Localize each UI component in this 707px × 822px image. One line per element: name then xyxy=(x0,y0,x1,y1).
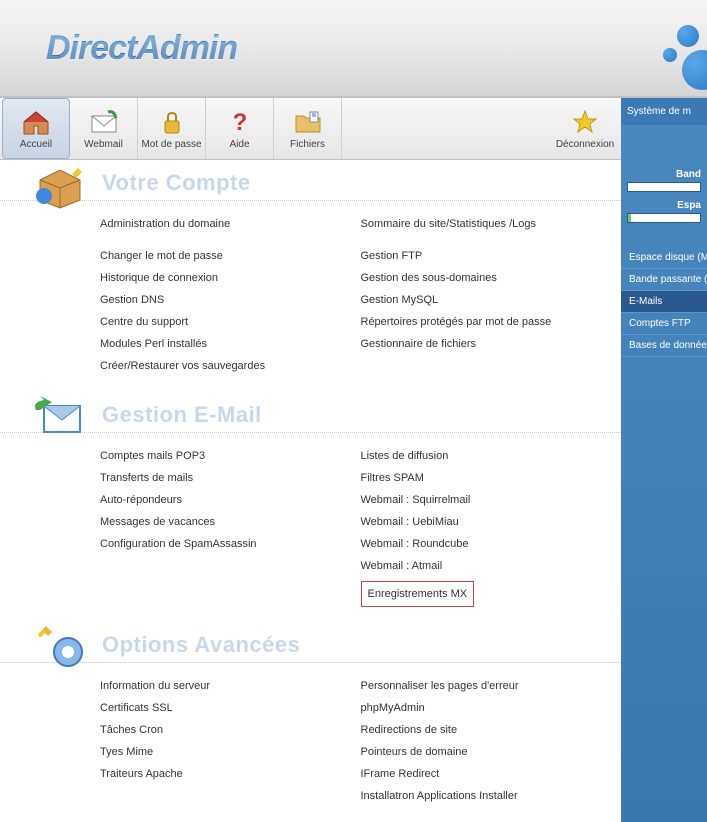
link-mailing-lists[interactable]: Listes de diffusion xyxy=(361,445,622,467)
toolbar-label: Webmail xyxy=(84,139,123,150)
toolbar-logout-button[interactable]: Déconnexion xyxy=(551,98,619,159)
link-backups[interactable]: Créer/Restaurer vos sauvegardes xyxy=(100,355,361,377)
advanced-links-left: Information du serveur Certificats SSL T… xyxy=(100,675,361,807)
link-mysql[interactable]: Gestion MySQL xyxy=(361,289,622,311)
email-links-right: Listes de diffusion Filtres SPAM Webmail… xyxy=(361,445,622,607)
sidebar-item-disk[interactable]: Espace disque (M xyxy=(621,247,707,269)
link-autoresponders[interactable]: Auto-répondeurs xyxy=(100,489,361,511)
header: DirectAdmin xyxy=(0,0,707,98)
link-support[interactable]: Centre du support xyxy=(100,311,361,333)
link-dns[interactable]: Gestion DNS xyxy=(100,289,361,311)
folder-icon xyxy=(292,108,324,136)
section-title: Votre Compte xyxy=(102,170,251,196)
link-mx-records[interactable]: Enregistrements MX xyxy=(368,583,468,605)
toolbar-label: Aide xyxy=(229,139,249,150)
link-domain-admin[interactable]: Administration du domaine xyxy=(100,213,361,235)
toolbar-help-button[interactable]: ? Aide xyxy=(206,98,274,159)
link-squirrelmail[interactable]: Webmail : Squirrelmail xyxy=(361,489,622,511)
account-links-right: Sommaire du site/Statistiques /Logs Gest… xyxy=(361,213,622,377)
toolbar-label: Accueil xyxy=(20,139,52,150)
toolbar-files-button[interactable]: Fichiers xyxy=(274,98,342,159)
section-advanced: Options Avancées Information du serveur … xyxy=(0,622,621,822)
link-pop3[interactable]: Comptes mails POP3 xyxy=(100,445,361,467)
sidebar-stat-bandwidth: Band xyxy=(621,165,707,196)
toolbar-label: Déconnexion xyxy=(556,139,614,150)
link-forwarders[interactable]: Transferts de mails xyxy=(100,467,361,489)
account-links-left: Administration du domaine Changer le mot… xyxy=(100,213,361,377)
link-perl-modules[interactable]: Modules Perl installés xyxy=(100,333,361,355)
section-title: Gestion E-Mail xyxy=(102,402,262,428)
main-panel: Accueil Webmail Mot de passe ? Aide xyxy=(0,98,621,822)
link-cron[interactable]: Tâches Cron xyxy=(100,719,361,741)
star-icon xyxy=(569,108,601,136)
question-icon: ? xyxy=(224,108,256,136)
link-protected-dirs[interactable]: Répertoires protégés par mot de passe xyxy=(361,311,622,333)
link-change-password[interactable]: Changer le mot de passe xyxy=(100,245,361,267)
toolbar-label: Fichiers xyxy=(290,139,325,150)
header-decoration xyxy=(637,0,707,98)
section-title: Options Avancées xyxy=(102,632,300,658)
toolbar-label: Mot de passe xyxy=(141,139,201,150)
brand-logo: DirectAdmin xyxy=(46,29,237,68)
link-phpmyadmin[interactable]: phpMyAdmin xyxy=(361,697,622,719)
sidebar-item-emails[interactable]: E-Mails xyxy=(621,291,707,313)
email-links-left: Comptes mails POP3 Transferts de mails A… xyxy=(100,445,361,607)
link-subdomains[interactable]: Gestion des sous-domaines xyxy=(361,267,622,289)
sidebar-menu: Espace disque (M Bande passante ( E-Mail… xyxy=(621,247,707,357)
link-spamassassin[interactable]: Configuration de SpamAssassin xyxy=(100,533,361,555)
link-redirects[interactable]: Redirections de site xyxy=(361,719,622,741)
link-iframe-redirect[interactable]: IFrame Redirect xyxy=(361,763,622,785)
link-roundcube[interactable]: Webmail : Roundcube xyxy=(361,533,622,555)
link-vacation[interactable]: Messages de vacances xyxy=(100,511,361,533)
sidebar-stat-space: Espa xyxy=(621,196,707,227)
link-domain-pointers[interactable]: Pointeurs de domaine xyxy=(361,741,622,763)
link-installatron[interactable]: Installatron Applications Installer xyxy=(361,785,622,807)
envelope-icon xyxy=(30,392,90,442)
tools-icon xyxy=(30,622,90,672)
link-uebimiau[interactable]: Webmail : UebiMiau xyxy=(361,511,622,533)
toolbar-webmail-button[interactable]: Webmail xyxy=(70,98,138,159)
link-login-history[interactable]: Historique de connexion xyxy=(100,267,361,289)
sidebar-item-bandwidth[interactable]: Bande passante ( xyxy=(621,269,707,291)
sidebar-item-ftp[interactable]: Comptes FTP xyxy=(621,313,707,335)
link-atmail[interactable]: Webmail : Atmail xyxy=(361,555,622,577)
link-stats[interactable]: Sommaire du site/Statistiques /Logs xyxy=(361,213,622,235)
link-ftp[interactable]: Gestion FTP xyxy=(361,245,622,267)
link-ssl[interactable]: Certificats SSL xyxy=(100,697,361,719)
link-error-pages[interactable]: Personnaliser les pages d'erreur xyxy=(361,675,622,697)
sidebar-title: Système de m xyxy=(621,98,707,125)
link-apache-handlers[interactable]: Traiteurs Apache xyxy=(100,763,361,785)
section-email: Gestion E-Mail Comptes mails POP3 Transf… xyxy=(0,392,621,622)
link-file-manager[interactable]: Gestionnaire de fichiers xyxy=(361,333,622,355)
sidebar: Système de m Band Espa Espace disque (M … xyxy=(621,98,707,822)
toolbar: Accueil Webmail Mot de passe ? Aide xyxy=(0,98,621,160)
house-icon xyxy=(20,108,52,136)
advanced-links-right: Personnaliser les pages d'erreur phpMyAd… xyxy=(361,675,622,807)
box-icon xyxy=(30,160,90,210)
toolbar-home-button[interactable]: Accueil xyxy=(2,98,70,159)
link-server-info[interactable]: Information du serveur xyxy=(100,675,361,697)
toolbar-password-button[interactable]: Mot de passe xyxy=(138,98,206,159)
link-mime[interactable]: Tyes Mime xyxy=(100,741,361,763)
svg-text:?: ? xyxy=(232,109,247,136)
sidebar-item-databases[interactable]: Bases de donnée xyxy=(621,335,707,357)
mail-icon xyxy=(88,108,120,136)
link-spam-filters[interactable]: Filtres SPAM xyxy=(361,467,622,489)
section-account: Votre Compte Administration du domaine C… xyxy=(0,160,621,392)
lock-icon xyxy=(156,108,188,136)
